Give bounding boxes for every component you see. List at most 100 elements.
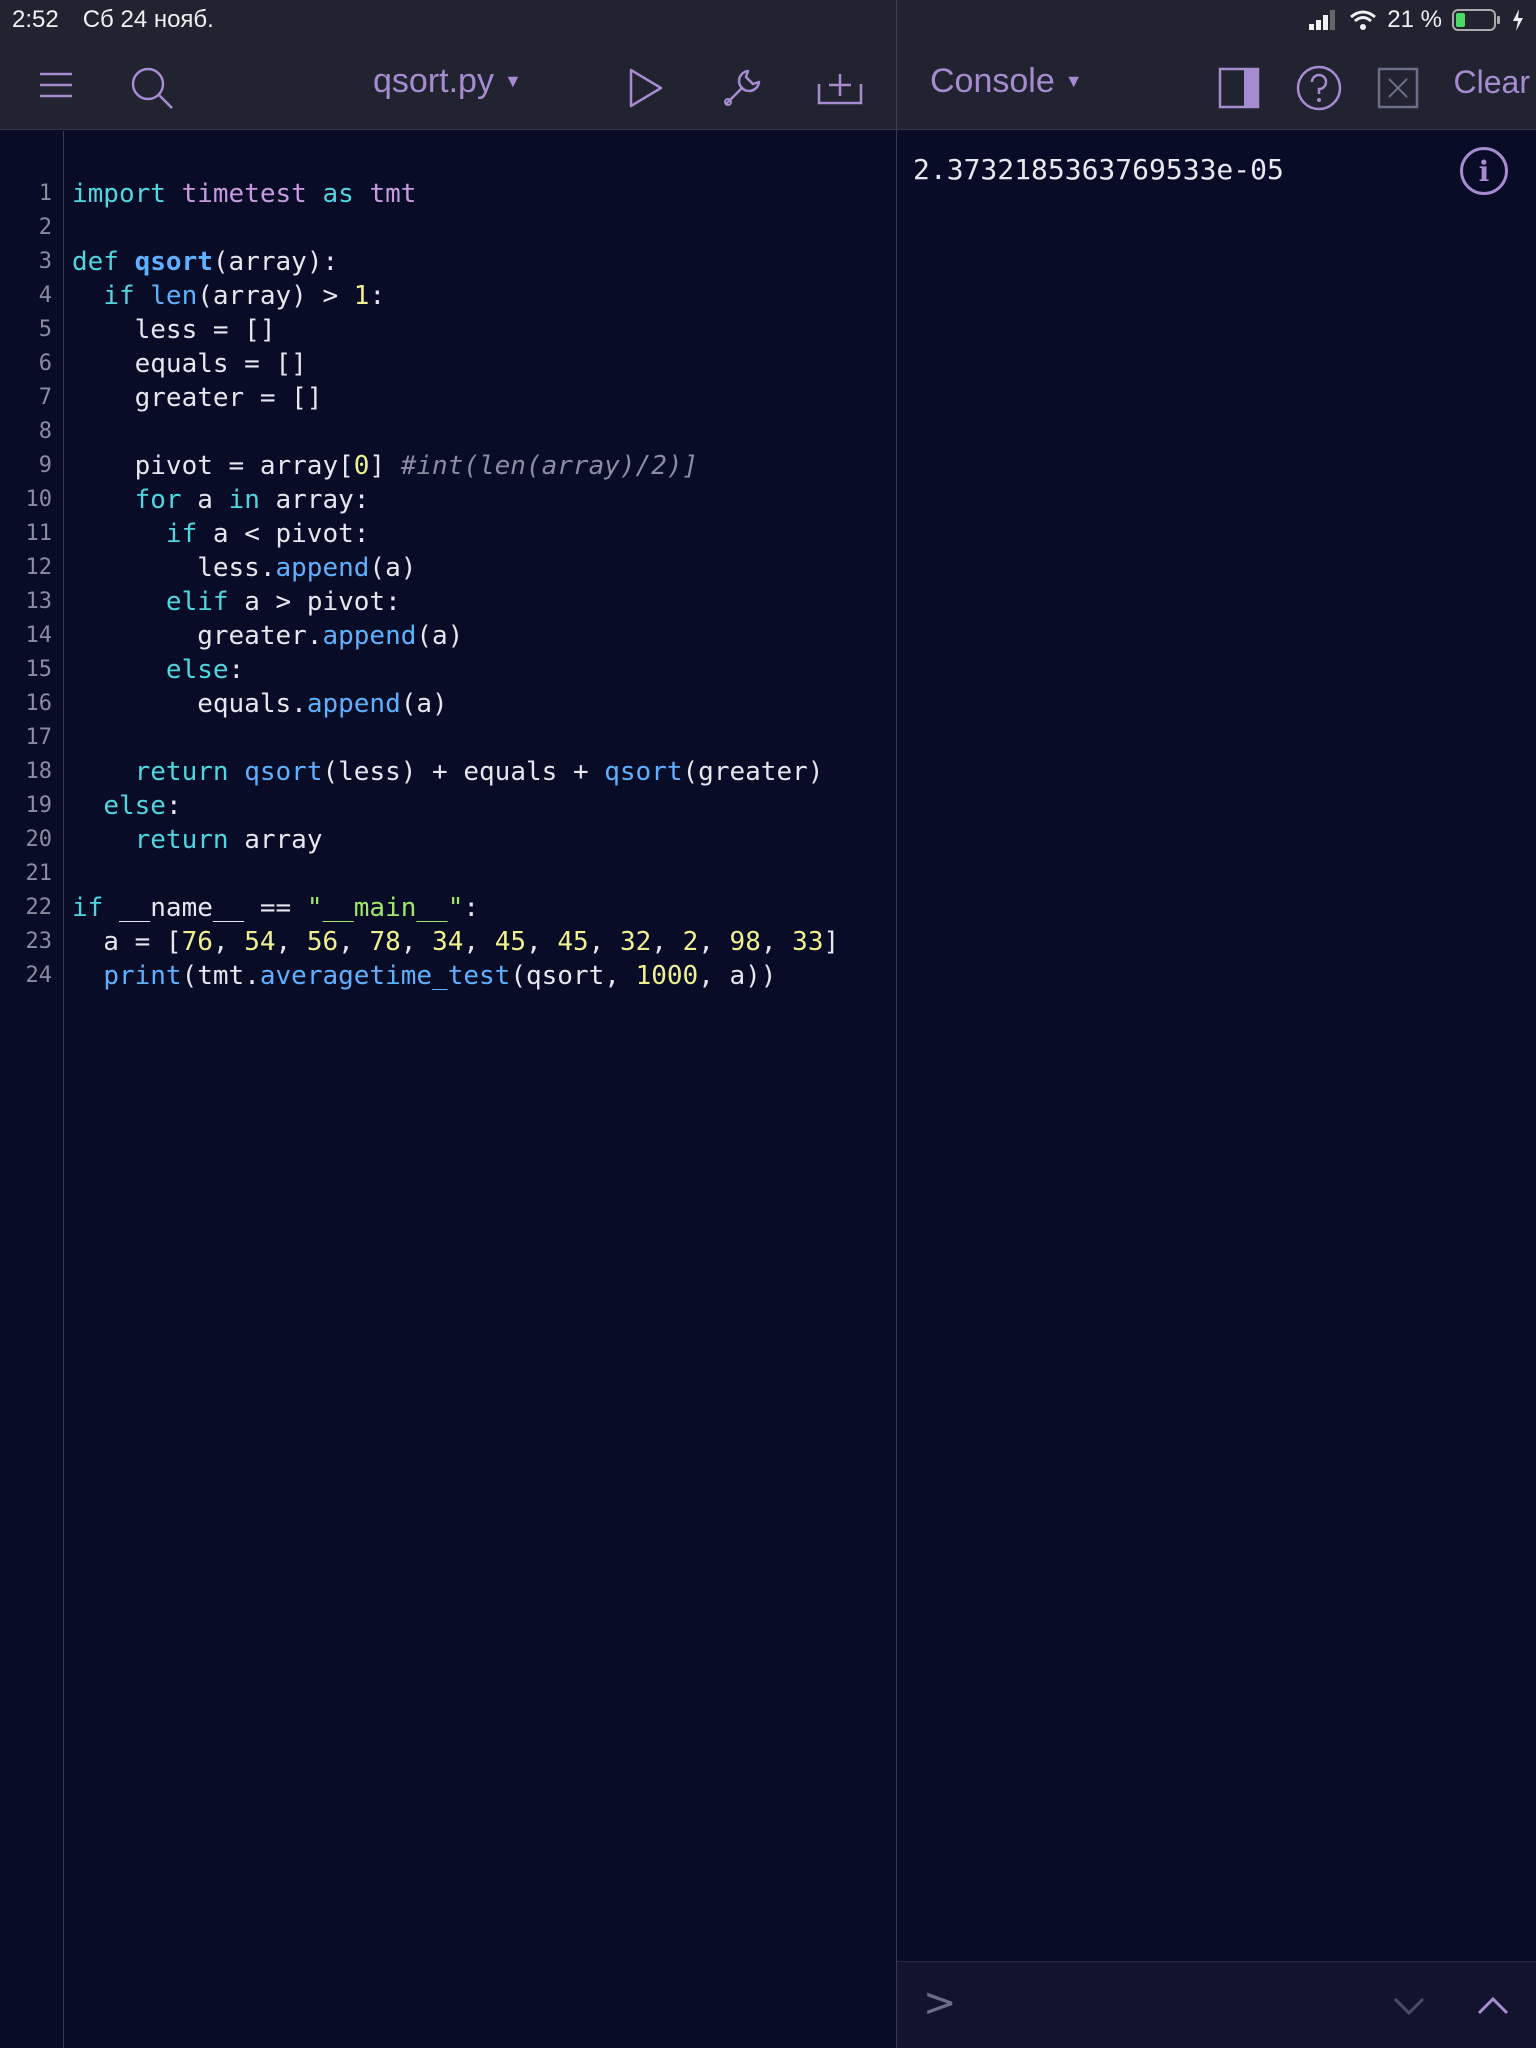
code-token: 98 (729, 927, 761, 957)
code-line[interactable]: 3 def qsort(array): (0, 245, 839, 279)
code-line[interactable]: 24 print(tmt.averagetime_test(qsort, 100… (0, 959, 839, 993)
menu-button[interactable] (36, 65, 76, 105)
code-line[interactable]: 10 for a in array: (0, 483, 839, 517)
code-line[interactable]: 13 elif a > pivot: (0, 585, 839, 619)
line-number: 11 (25, 521, 53, 546)
code-token: return (134, 825, 229, 855)
info-button[interactable]: i (1460, 147, 1508, 195)
code-line[interactable]: 21 (0, 857, 839, 891)
add-to-tray-icon (817, 74, 863, 105)
code-token: greater. (72, 621, 323, 651)
code-text: elif a > pivot: (72, 585, 401, 619)
code-line[interactable]: 2 (0, 211, 839, 245)
code-line[interactable]: 1 import timetest as tmt (0, 177, 839, 211)
line-number: 16 (25, 691, 53, 716)
code-text: equals.append(a) (72, 687, 448, 721)
console-title-menu[interactable]: Console ▼ (930, 62, 1083, 101)
chevron-up-icon (1477, 1996, 1509, 2015)
code-token: timetest (181, 179, 307, 209)
code-token: array (228, 825, 323, 855)
scroll-down-button[interactable] (1391, 1988, 1427, 2024)
code-token: append (306, 689, 401, 719)
code-token: ] (823, 927, 840, 957)
code-token: for (134, 485, 182, 515)
close-icon (1377, 67, 1419, 109)
code-token: : (165, 791, 182, 821)
code-line[interactable]: 14 greater.append(a) (0, 619, 839, 653)
clear-button[interactable]: Clear (1454, 64, 1530, 101)
code-lines[interactable]: 1 import timetest as tmt 2 3 def qsort(array… (0, 177, 840, 993)
code-token: 2 (682, 927, 699, 957)
code-token: 78 (369, 927, 401, 957)
search-button[interactable] (128, 64, 176, 112)
help-button[interactable] (1295, 64, 1343, 112)
share-button[interactable] (816, 68, 864, 108)
code-token: in (228, 485, 260, 515)
code-token: 45 (557, 927, 589, 957)
question-icon (1296, 65, 1342, 111)
code-token: 33 (792, 927, 824, 957)
code-line[interactable]: 11 if a < pivot: (0, 517, 839, 551)
file-title-menu[interactable]: qsort.py ▼ (373, 62, 522, 101)
code-token: , (526, 927, 558, 957)
code-text: else: (72, 789, 182, 823)
code-token: (a) (400, 689, 448, 719)
code-line[interactable]: 8 (0, 415, 839, 449)
line-number: 1 (38, 181, 52, 206)
code-line[interactable]: 6 equals = [] (0, 347, 839, 381)
scroll-up-button[interactable] (1475, 1988, 1511, 2024)
code-token: , (698, 927, 730, 957)
code-token: 32 (619, 927, 652, 957)
code-text: a = [76, 54, 56, 78, 34, 45, 45, 32, 2, … (72, 925, 839, 959)
layout-button[interactable] (1217, 66, 1261, 110)
console-panel: 2.3732185363769533e-05 i (897, 131, 1536, 1961)
code-token: len (150, 281, 198, 311)
run-button[interactable] (626, 66, 666, 110)
code-token: (a) (369, 553, 417, 583)
code-token: import (72, 179, 166, 209)
code-token: qsort (604, 757, 683, 787)
code-token: tmt (369, 179, 417, 209)
code-token: (a) (416, 621, 464, 651)
code-line[interactable]: 19 else: (0, 789, 839, 823)
code-line[interactable]: 18 return qsort(less) + equals + qsort(g… (0, 755, 839, 789)
tools-button[interactable] (720, 66, 764, 110)
code-text: return qsort(less) + equals + qsort(grea… (72, 755, 824, 789)
code-editor[interactable]: 1 import timetest as tmt 2 3 def qsort(array… (0, 131, 896, 2048)
code-line[interactable]: 15 else: (0, 653, 839, 687)
code-line[interactable]: 22 if __name__ == "__main__": (0, 891, 839, 925)
status-indicators: 21 % (1309, 6, 1524, 34)
console-input-bar[interactable]: > (897, 1961, 1536, 2048)
code-line[interactable]: 7 greater = [] (0, 381, 839, 415)
code-token: , (275, 927, 307, 957)
code-line[interactable]: 9 pivot = array[0] #int(len(array)/2)] (0, 449, 839, 483)
code-line[interactable]: 17 (0, 721, 839, 755)
line-number: 23 (25, 929, 53, 954)
code-line[interactable]: 5 less = [] (0, 313, 839, 347)
code-text: else: (72, 653, 244, 687)
code-token: a > pivot: (228, 587, 401, 617)
code-line[interactable]: 16 equals.append(a) (0, 687, 839, 721)
play-icon (629, 68, 663, 108)
code-line[interactable]: 4 if len(array) > 1: (0, 279, 839, 313)
code-line[interactable]: 20 return array (0, 823, 839, 857)
code-token: qsort (134, 247, 213, 277)
close-console-button[interactable] (1376, 66, 1420, 110)
code-token: 76 (181, 927, 213, 957)
code-token: if (72, 893, 104, 923)
line-number: 20 (25, 827, 53, 852)
prompt-icon: > (923, 1980, 957, 2026)
code-token: , (212, 927, 245, 957)
code-line[interactable]: 23 a = [76, 54, 56, 78, 34, 45, 45, 32, … (0, 925, 840, 959)
code-token: a = [ (72, 927, 182, 957)
code-token: return (134, 757, 229, 787)
code-line[interactable]: 12 less.append(a) (0, 551, 839, 585)
line-number: 7 (38, 385, 52, 410)
line-number: 6 (38, 351, 52, 376)
code-text: if a < pivot: (72, 517, 370, 551)
code-token: , a)) (698, 961, 777, 991)
